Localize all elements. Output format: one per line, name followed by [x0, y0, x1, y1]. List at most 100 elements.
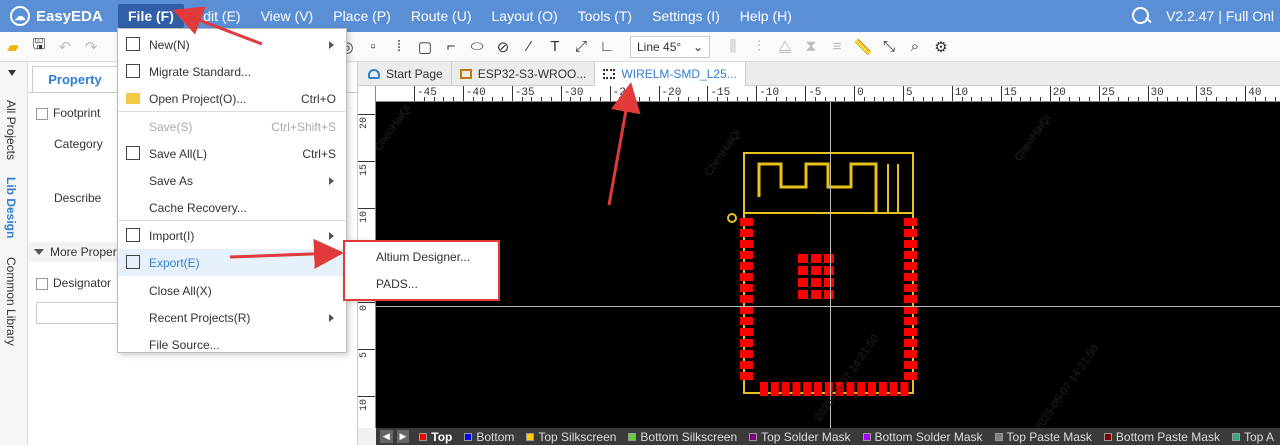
no-connect-icon[interactable]: ⊘ — [490, 35, 516, 59]
ruler-tick — [358, 302, 375, 303]
file-menu-item[interactable]: Save All(L) Ctrl+S — [118, 140, 346, 167]
file-menu-item[interactable]: New(N) — [118, 31, 346, 58]
pcb-canvas[interactable]: ChenHaiQi ChenHaiQi ChenHaiQi 2025-05-07… — [376, 102, 1280, 428]
ruler-tick — [854, 86, 856, 101]
pad-array-icon[interactable]: ⁞ — [386, 35, 412, 59]
tab-all-projects[interactable]: All Projects — [4, 100, 18, 160]
layer-item[interactable]: Bottom Silkscreen — [622, 428, 743, 445]
layer-color-swatch — [464, 432, 473, 441]
export-icon — [126, 255, 140, 269]
search-icon[interactable] — [1130, 5, 1152, 27]
mirror-icon[interactable]: ⧗ — [798, 35, 824, 59]
tab-esp32[interactable]: ESP32-S3-WROO... — [452, 62, 596, 86]
menu-item-label: File Source... — [149, 337, 220, 352]
layer-item[interactable]: Top Silkscreen — [520, 428, 622, 445]
rect-icon[interactable]: ▢ — [412, 35, 438, 59]
text-icon[interactable]: T — [542, 35, 568, 59]
angle-icon[interactable]: ∟ — [594, 35, 620, 59]
ruler-tick — [1098, 86, 1100, 101]
pad — [824, 278, 834, 287]
arrow-left-icon[interactable]: ◀ — [380, 430, 393, 443]
pad — [814, 382, 822, 396]
ruler-icon[interactable]: 📏 — [850, 35, 876, 59]
gear-icon[interactable]: ⚙ — [928, 35, 954, 59]
align-icon[interactable]: ⫼ — [720, 35, 746, 59]
layer-item[interactable]: Bottom Paste Mask — [1098, 428, 1226, 445]
pad — [740, 240, 753, 248]
tab-label: WIRELM-SMD_L25... — [621, 67, 737, 81]
flip-icon[interactable]: ⧋ — [772, 35, 798, 59]
layer-item[interactable]: Top Paste Mask — [989, 428, 1098, 445]
pad — [740, 317, 753, 325]
file-menu-item[interactable]: Save As — [118, 167, 346, 194]
menu-item-label: Save(S) — [149, 119, 193, 134]
distribute-icon[interactable]: ⫶ — [746, 35, 772, 59]
polygon-icon[interactable]: ⌐ — [438, 35, 464, 59]
ruler-tick — [358, 208, 375, 209]
menu-edit[interactable]: Edit (E) — [184, 4, 251, 28]
ruler-tick — [511, 86, 513, 101]
measure-icon[interactable]: ⤡ — [876, 35, 902, 59]
save-icon[interactable]: 🖫 — [26, 35, 52, 59]
menu-layout[interactable]: Layout (O) — [482, 4, 568, 28]
designator-checkbox[interactable] — [36, 277, 48, 290]
file-menu-item[interactable]: Export(E) — [118, 249, 346, 276]
file-menu-item[interactable]: Close All(X) — [118, 277, 346, 304]
layer-color-swatch — [1103, 432, 1112, 441]
layer-color-swatch — [1231, 432, 1240, 441]
tab-common-library[interactable]: Common Library — [4, 257, 18, 346]
layer-item[interactable]: Bottom Solder Mask — [857, 428, 989, 445]
redo-icon[interactable]: ↷ — [78, 35, 104, 59]
ellipse-icon[interactable]: ⬭ — [464, 35, 490, 59]
menu-item-shortcut: Ctrl+O — [300, 91, 336, 106]
pad — [781, 382, 790, 396]
pad — [857, 382, 866, 396]
menu-view[interactable]: View (V) — [251, 4, 324, 28]
footprint-checkbox[interactable] — [36, 107, 48, 120]
file-menu-item[interactable]: Import(I) — [118, 222, 346, 249]
collapse-icon[interactable] — [8, 70, 16, 76]
ruler-tick — [1049, 86, 1051, 101]
arrange-icon[interactable]: ≡ — [824, 35, 850, 59]
inspect-icon[interactable]: ⌕ — [902, 35, 928, 59]
folder-icon[interactable]: ▰ — [0, 35, 26, 59]
tab-start-page[interactable]: Start Page — [358, 62, 452, 86]
file-menu-item[interactable]: Recent Projects(R) — [118, 304, 346, 331]
menu-file[interactable]: File (F) — [118, 4, 184, 28]
dimension-icon[interactable]: ⤢ — [568, 35, 594, 59]
file-menu-item[interactable]: Migrate Standard... — [118, 58, 346, 85]
ruler-tick — [1245, 86, 1247, 101]
chevron-right-icon — [329, 232, 334, 240]
menu-place[interactable]: Place (P) — [323, 4, 401, 28]
app-logo[interactable]: ☁ EasyEDA — [0, 6, 118, 26]
ruler-tick — [358, 349, 375, 350]
menu-help[interactable]: Help (H) — [730, 4, 802, 28]
layer-item[interactable]: Top — [413, 428, 458, 445]
line-style-select[interactable]: Line 45° ⌄ — [630, 35, 710, 58]
tab-wirelm[interactable]: WIRELM-SMD_L25... — [595, 62, 746, 86]
pad — [740, 284, 753, 292]
layer-item[interactable]: Top Solder Mask — [743, 428, 856, 445]
undo-icon[interactable]: ↶ — [52, 35, 78, 59]
ruler-tick — [658, 86, 660, 101]
layer-item[interactable]: Bottom — [458, 428, 520, 445]
file-menu-item[interactable]: File Source... — [118, 331, 346, 358]
menu-tools[interactable]: Tools (T) — [568, 4, 642, 28]
ruler-tick-label: 10 — [359, 399, 370, 412]
menu-settings[interactable]: Settings (I) — [642, 4, 730, 28]
pad-icon[interactable]: ▫ — [360, 35, 386, 59]
import-icon — [126, 228, 140, 242]
menu-route[interactable]: Route (U) — [401, 4, 482, 28]
tab-property[interactable]: Property — [32, 66, 118, 92]
menu-right: V2.2.47 | Full Onl — [1130, 5, 1280, 27]
tab-lib-design[interactable]: Lib Design — [4, 177, 18, 238]
chevron-right-icon — [329, 41, 334, 49]
file-menu-item[interactable]: Cache Recovery... — [118, 194, 346, 221]
pad — [740, 350, 753, 358]
arrow-right-icon[interactable]: ▶ — [396, 430, 410, 443]
layer-item[interactable]: Top A — [1226, 428, 1280, 445]
line-icon[interactable]: ⁄ — [516, 35, 542, 59]
chevron-right-icon — [329, 177, 334, 185]
menu-item-label: New(N) — [149, 37, 190, 52]
file-menu-item[interactable]: Open Project(O)... Ctrl+O — [118, 85, 346, 112]
